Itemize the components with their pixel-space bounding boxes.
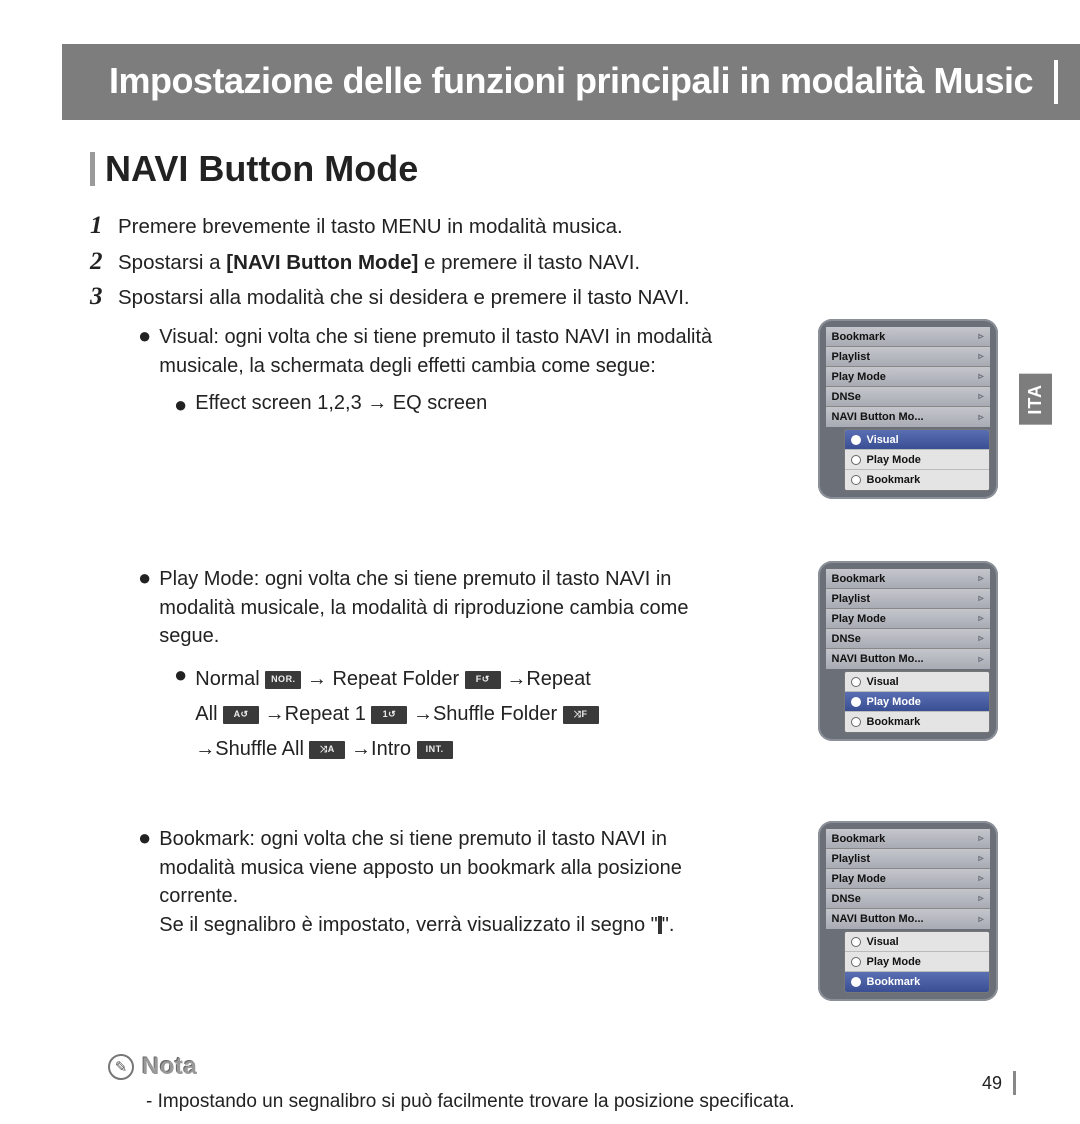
menu-item: DNSe▹ bbox=[826, 387, 990, 407]
menu-item: NAVI Button Mo...▹ bbox=[826, 407, 990, 427]
language-tab: ITA bbox=[1019, 374, 1052, 425]
step-2: Spostarsi a [NAVI Button Mode] e premere… bbox=[90, 248, 1010, 278]
step-1: Premere brevemente il tasto MENU in moda… bbox=[90, 212, 1010, 242]
menu-item: DNSe▹ bbox=[826, 889, 990, 909]
chevron-right-icon: ▹ bbox=[978, 853, 983, 864]
intro-icon: INT. bbox=[417, 741, 453, 759]
shuffle-folder-icon: ⤨F bbox=[563, 706, 599, 724]
menu-item: Play Mode▹ bbox=[826, 869, 990, 889]
radio-icon bbox=[851, 435, 861, 445]
popup-item: Play Mode bbox=[845, 450, 989, 470]
chevron-right-icon: ▹ bbox=[978, 833, 983, 844]
note-row: ✎ Nota bbox=[108, 1053, 1010, 1081]
normal-icon: NOR. bbox=[265, 671, 301, 689]
chevron-right-icon: ▹ bbox=[978, 371, 983, 382]
chevron-right-icon: ▹ bbox=[978, 893, 983, 904]
shuffle-all-icon: ⤨A bbox=[309, 741, 345, 759]
radio-icon bbox=[851, 717, 861, 727]
radio-icon bbox=[851, 455, 861, 465]
visual-block: ●Visual: ogni volta che si tiene premuto… bbox=[138, 323, 738, 380]
menu-item: Bookmark▹ bbox=[826, 829, 990, 849]
popup-menu: Visual Play Mode Bookmark bbox=[844, 429, 990, 491]
chevron-right-icon: ▹ bbox=[978, 633, 983, 644]
popup-item-selected: Play Mode bbox=[845, 692, 989, 712]
bookmark-block: ● Bookmark: ogni volta che si tiene prem… bbox=[138, 825, 738, 939]
menu-item: Playlist▹ bbox=[826, 347, 990, 367]
popup-item-selected: Bookmark bbox=[845, 972, 989, 992]
note-text: - Impostando un segnalibro si può facilm… bbox=[146, 1091, 1010, 1113]
chevron-right-icon: ▹ bbox=[978, 351, 983, 362]
section-title-row: NAVI Button Mode bbox=[90, 148, 1010, 190]
section-title: NAVI Button Mode bbox=[105, 148, 418, 190]
menu-item: Play Mode▹ bbox=[826, 609, 990, 629]
popup-item: Visual bbox=[845, 932, 989, 952]
popup-menu: Visual Play Mode Bookmark bbox=[844, 671, 990, 733]
pencil-icon: ✎ bbox=[108, 1054, 134, 1080]
menu-item: NAVI Button Mo...▹ bbox=[826, 649, 990, 669]
chevron-right-icon: ▹ bbox=[978, 914, 983, 925]
step-3: Spostarsi alla modalità che si desidera … bbox=[90, 283, 1010, 313]
chevron-right-icon: ▹ bbox=[978, 873, 983, 884]
note-label: Nota bbox=[142, 1053, 197, 1081]
radio-icon bbox=[851, 475, 861, 485]
radio-icon bbox=[851, 677, 861, 687]
device-screenshot-bookmark: Bookmark▹ Playlist▹ Play Mode▹ DNSe▹ NAV… bbox=[818, 821, 998, 1001]
chevron-right-icon: ▹ bbox=[978, 331, 983, 342]
menu-item: Bookmark▹ bbox=[826, 327, 990, 347]
chevron-right-icon: ▹ bbox=[978, 573, 983, 584]
menu-item: Playlist▹ bbox=[826, 849, 990, 869]
bullet-icon: ● bbox=[174, 392, 187, 418]
repeat-folder-icon: F↺ bbox=[465, 671, 501, 689]
bullet-icon: ● bbox=[174, 662, 187, 767]
device-screenshot-playmode: Bookmark▹ Playlist▹ Play Mode▹ DNSe▹ NAV… bbox=[818, 561, 998, 741]
page-number: 49 bbox=[982, 1073, 1002, 1094]
chevron-right-icon: ▹ bbox=[978, 654, 983, 665]
radio-icon bbox=[851, 957, 861, 967]
page-title: Impostazione delle funzioni principali i… bbox=[109, 60, 1033, 101]
repeat-all-icon: A↺ bbox=[223, 706, 259, 724]
popup-menu: Visual Play Mode Bookmark bbox=[844, 931, 990, 993]
menu-item: Playlist▹ bbox=[826, 589, 990, 609]
popup-item: Play Mode bbox=[845, 952, 989, 972]
chevron-right-icon: ▹ bbox=[978, 593, 983, 604]
popup-item: Bookmark bbox=[845, 712, 989, 732]
device-screenshot-visual: Bookmark▹ Playlist▹ Play Mode▹ DNSe▹ NAV… bbox=[818, 319, 998, 499]
menu-item: Play Mode▹ bbox=[826, 367, 990, 387]
playmode-block: ●Play Mode: ogni volta che si tiene prem… bbox=[138, 565, 738, 650]
chevron-right-icon: ▹ bbox=[978, 412, 983, 423]
bullet-icon: ● bbox=[138, 565, 151, 650]
menu-item: NAVI Button Mo...▹ bbox=[826, 909, 990, 929]
section-bar-icon bbox=[90, 152, 95, 186]
steps-list: Premere brevemente il tasto MENU in moda… bbox=[90, 212, 1010, 313]
popup-item-selected: Visual bbox=[845, 430, 989, 450]
radio-icon bbox=[851, 977, 861, 987]
radio-icon bbox=[851, 697, 861, 707]
chevron-right-icon: ▹ bbox=[978, 613, 983, 624]
popup-item: Visual bbox=[845, 672, 989, 692]
menu-item: DNSe▹ bbox=[826, 629, 990, 649]
popup-item: Bookmark bbox=[845, 470, 989, 490]
repeat-one-icon: 1↺ bbox=[371, 706, 407, 724]
bullet-icon: ● bbox=[138, 323, 151, 380]
bullet-icon: ● bbox=[138, 825, 151, 939]
page-header-band: Impostazione delle funzioni principali i… bbox=[62, 44, 1080, 120]
radio-icon bbox=[851, 937, 861, 947]
chevron-right-icon: ▹ bbox=[978, 391, 983, 402]
menu-item: Bookmark▹ bbox=[826, 569, 990, 589]
